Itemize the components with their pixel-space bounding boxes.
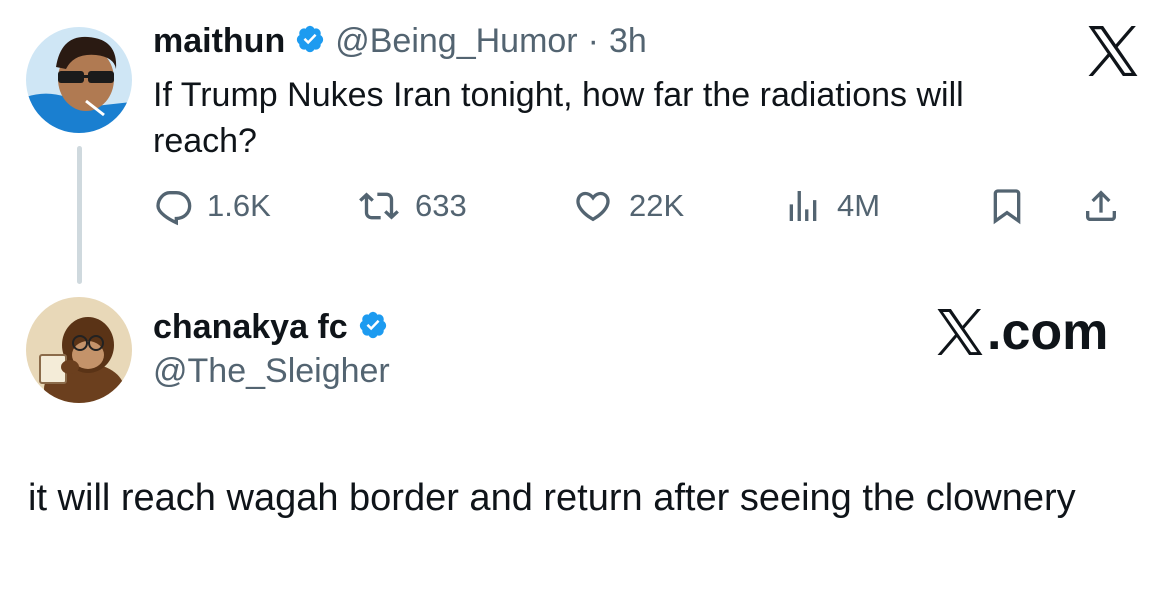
display-name[interactable]: chanakya fc: [153, 308, 348, 347]
reply-count: 1.6K: [207, 188, 271, 223]
verified-badge-icon: [295, 24, 325, 59]
timestamp[interactable]: 3h: [609, 22, 647, 61]
views-chart-icon: [783, 186, 823, 226]
thread-connector-line: [77, 146, 82, 284]
handle[interactable]: @The_Sleigher: [153, 352, 390, 391]
repost-count: 633: [415, 188, 467, 223]
like-count: 22K: [629, 188, 685, 223]
avatar-maithun[interactable]: [26, 27, 132, 133]
heart-icon: [571, 186, 615, 226]
views-count: 4M: [837, 188, 881, 223]
domain-suffix: .com: [987, 303, 1109, 361]
display-name[interactable]: maithun: [153, 22, 285, 61]
avatar-chanakya[interactable]: [26, 297, 132, 403]
share-button[interactable]: [1081, 186, 1121, 226]
reply-header: chanakya fc: [153, 308, 388, 347]
tweet-text: If Trump Nukes Iran tonight, how far the…: [153, 76, 964, 160]
repost-button[interactable]: 633: [357, 186, 467, 226]
tweet-header: maithun @Being_Humor · 3h: [153, 22, 647, 61]
action-bar: 1.6K 633 22K 4M: [153, 186, 1143, 230]
bookmark-icon: [987, 186, 1027, 226]
verified-badge-icon: [358, 310, 388, 345]
reply-button[interactable]: 1.6K: [153, 186, 271, 226]
x-com-branding: .com: [935, 302, 1108, 362]
repost-icon: [357, 186, 401, 226]
separator-dot: ·: [587, 22, 599, 60]
like-button[interactable]: 22K: [571, 186, 684, 226]
reply-icon: [153, 186, 193, 226]
x-logo-icon: [935, 309, 987, 355]
views-button[interactable]: 4M: [783, 186, 880, 226]
share-icon: [1081, 186, 1121, 226]
x-logo-icon: [1085, 26, 1141, 76]
handle[interactable]: @Being_Humor: [335, 22, 577, 61]
bookmark-button[interactable]: [987, 186, 1027, 226]
reply-text: it will reach wagah border and return af…: [28, 477, 1076, 519]
